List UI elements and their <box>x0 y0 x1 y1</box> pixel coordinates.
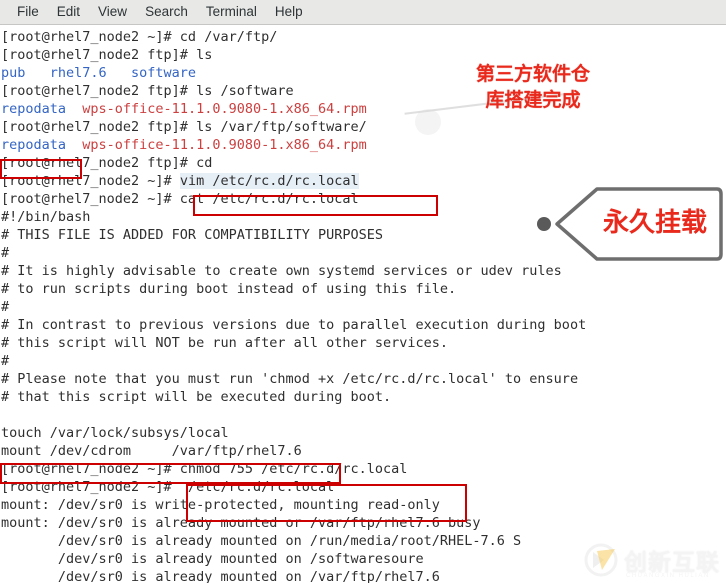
terminal-line: # <box>0 298 9 316</box>
watermark-tagline: CHUANGXIN HULIAN <box>626 573 710 579</box>
terminal-line: [root@rhel7_node2 ftp]# ls /var/ftp/soft… <box>0 118 367 136</box>
terminal-output-area[interactable]: [root@rhel7_node2 ~]# cd /var/ftp/ [root@… <box>0 25 726 583</box>
terminal-text-segment: #!/bin/bash <box>1 209 91 225</box>
terminal-text-segment: mount: /dev/sr0 is already mounted or /v… <box>1 515 481 531</box>
terminal-line: [root@rhel7_node2 ~]# cd /var/ftp/ <box>0 28 277 46</box>
terminal-line: mount: /dev/sr0 is write-protected, moun… <box>0 496 440 514</box>
terminal-text-segment: wps-office-11.1.0.9080-1.x86_64.rpm <box>82 137 367 153</box>
terminal-text-segment: [root@rhel7_node2 ~]# cat /etc/rc.d/rc.l… <box>1 191 359 207</box>
terminal-text-segment: # <box>1 353 10 369</box>
terminal-text-segment: # that this script will be executed duri… <box>1 389 392 405</box>
terminal-text-segment: # <box>1 245 10 261</box>
terminal-line: [root@rhel7_node2 ~]# cat /etc/rc.d/rc.l… <box>0 190 359 208</box>
terminal-line: # THIS FILE IS ADDED FOR COMPATIBILITY P… <box>0 226 383 244</box>
terminal-line: # this script will NOT be run after all … <box>0 334 448 352</box>
terminal-text-segment: [root@rhel7_node2 ftp]# ls /var/ftp/soft… <box>1 119 367 135</box>
terminal-text-segment: # <box>1 299 10 315</box>
terminal-text-segment: # to run scripts during boot instead of … <box>1 281 457 297</box>
terminal-text-segment: /dev/sr0 is already mounted on /software… <box>1 551 424 567</box>
terminal-line: [root@rhel7_node2 ~]# chmod 755 /etc/rc.… <box>0 460 407 478</box>
terminal-line: /dev/sr0 is already mounted on /software… <box>0 550 424 568</box>
terminal-line: # It is highly advisable to create own s… <box>0 262 562 280</box>
terminal-line: touch /var/lock/subsys/local <box>0 424 229 442</box>
terminal-line: # that this script will be executed duri… <box>0 388 391 406</box>
terminal-text-segment: /dev/sr0 is already mounted on /var/ftp/… <box>1 569 440 583</box>
terminal-line: mount /dev/cdrom /var/ftp/rhel7.6 <box>0 442 302 460</box>
terminal-line: /dev/sr0 is already mounted on /var/ftp/… <box>0 568 440 583</box>
terminal-line: # <box>0 352 9 370</box>
menu-item-terminal[interactable]: Terminal <box>197 1 266 23</box>
menu-item-search[interactable]: Search <box>136 1 197 23</box>
terminal-line: # Please note that you must run 'chmod +… <box>0 370 578 388</box>
annotation-permanent-mount-label: 永久挂载 <box>602 208 707 238</box>
terminal-line: #!/bin/bash <box>0 208 90 226</box>
watermark-brand-text: 创新互联 <box>624 550 720 576</box>
terminal-line: pub rhel7.6 software <box>0 64 196 82</box>
terminal-text-segment: [root@rhel7_node2 ftp]# cd <box>1 155 213 171</box>
annotation-third-party-repo: 第三方软件仓 库搭建完成 <box>475 63 590 111</box>
terminal-line: mount: /dev/sr0 is already mounted or /v… <box>0 514 481 532</box>
terminal-text-segment: # this script will NOT be run after all … <box>1 335 449 351</box>
menu-item-help[interactable]: Help <box>266 1 312 23</box>
terminal-line: # to run scripts during boot instead of … <box>0 280 456 298</box>
terminal-text-segment: wps-office-11.1.0.9080-1.x86_64.rpm <box>82 101 367 117</box>
terminal-text-segment: /dev/sr0 is already mounted on /run/medi… <box>1 533 522 549</box>
terminal-line: repodata wps-office-11.1.0.9080-1.x86_64… <box>0 100 367 118</box>
terminal-line: [root@rhel7_node2 ~]# /etc/rc.d/rc.local <box>0 478 334 496</box>
annotation-permanent-mount-callout: 永久挂载 <box>535 185 723 263</box>
terminal-text-segment: repodata <box>1 137 83 153</box>
terminal-text-segment: # THIS FILE IS ADDED FOR COMPATIBILITY P… <box>1 227 384 243</box>
terminal-line: repodata wps-office-11.1.0.9080-1.x86_64… <box>0 136 367 154</box>
terminal-text-segment: [root@rhel7_node2 ~]# /etc/rc.d/rc.local <box>1 479 335 495</box>
watermark-mark-icon <box>584 543 618 577</box>
terminal-text-segment: mount: /dev/sr0 is write-protected, moun… <box>1 497 440 513</box>
terminal-text-segment: touch /var/lock/subsys/local <box>1 425 229 441</box>
terminal-line: [root@rhel7_node2 ~]# vim /etc/rc.d/rc.l… <box>0 172 359 190</box>
menu-item-edit[interactable]: Edit <box>48 1 89 23</box>
terminal-text-segment: [root@rhel7_node2 ~]# <box>1 173 180 189</box>
terminal-text-segment: [root@rhel7_node2 ~]# chmod 755 /etc/rc.… <box>1 461 408 477</box>
terminal-line: # <box>0 244 9 262</box>
menu-bar: File Edit View Search Terminal Help <box>0 0 726 25</box>
terminal-text-segment: [root@rhel7_node2 ~]# cd /var/ftp/ <box>1 29 278 45</box>
terminal-text-segment: # It is highly advisable to create own s… <box>1 263 562 279</box>
menu-item-file[interactable]: File <box>8 1 48 23</box>
terminal-text-segment: mount /dev/cdrom /var/ftp/rhel7.6 <box>1 443 302 459</box>
terminal-line: [root@rhel7_node2 ftp]# cd <box>0 154 212 172</box>
terminal-line: # In contrast to previous versions due t… <box>0 316 586 334</box>
callout-anchor-dot <box>537 217 551 231</box>
terminal-line: [root@rhel7_node2 ftp]# ls /software <box>0 82 294 100</box>
menu-item-view[interactable]: View <box>89 1 136 23</box>
terminal-text-segment: [root@rhel7_node2 ftp]# ls <box>1 47 213 63</box>
terminal-text-segment: # In contrast to previous versions due t… <box>1 317 587 333</box>
terminal-text-segment: # Please note that you must run 'chmod +… <box>1 371 579 387</box>
watermark-logo: 创新互联 CHUANGXIN HULIAN <box>584 543 720 579</box>
terminal-text-segment: [root@rhel7_node2 ftp]# ls /software <box>1 83 294 99</box>
terminal-text-segment: pub rhel7.6 software <box>1 65 197 81</box>
terminal-text-segment: vim /etc/rc.d/rc.local <box>179 173 359 189</box>
terminal-text-segment: repodata <box>1 101 83 117</box>
terminal-line: [root@rhel7_node2 ftp]# ls <box>0 46 212 64</box>
terminal-line: /dev/sr0 is already mounted on /run/medi… <box>0 532 521 550</box>
